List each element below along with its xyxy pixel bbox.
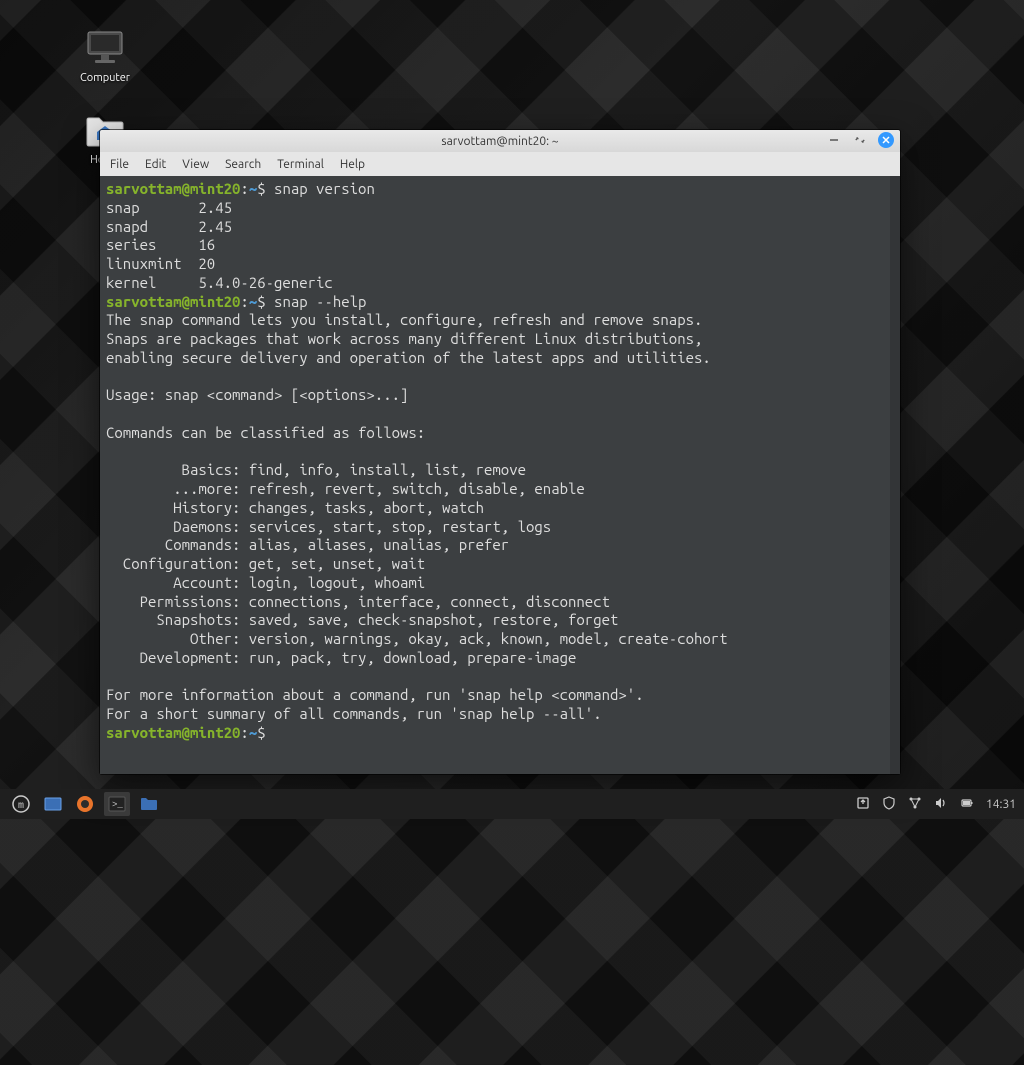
terminal-command: snap --help — [274, 293, 366, 310]
tray-power-icon[interactable] — [960, 796, 974, 813]
maximize-button[interactable] — [852, 132, 868, 148]
terminal-output: Snaps are packages that work across many… — [106, 330, 702, 347]
desktop-icon-label: Computer — [80, 72, 130, 84]
menu-search[interactable]: Search — [225, 158, 261, 171]
computer-icon — [83, 30, 127, 68]
tray-network-icon[interactable] — [908, 796, 922, 813]
menu-file[interactable]: File — [110, 158, 129, 171]
terminal-command: snap version — [274, 180, 375, 197]
prompt-user: sarvottam — [106, 180, 182, 197]
terminal-output: Commands can be classified as follows: — [106, 424, 425, 441]
desktop-icon-computer[interactable]: Computer — [70, 30, 140, 84]
window-menubar: File Edit View Search Terminal Help — [100, 152, 900, 176]
taskbar-item-firefox[interactable] — [72, 792, 98, 816]
tray-clock[interactable]: 14:31 — [986, 798, 1016, 811]
start-menu-button[interactable]: m — [8, 792, 34, 816]
prompt-host: mint20 — [190, 180, 240, 197]
prompt-dollar: $ — [257, 180, 274, 197]
prompt-at: @ — [182, 180, 190, 197]
prompt-host: mint20 — [190, 293, 240, 310]
svg-text:>_: >_ — [112, 800, 123, 810]
window-controls — [826, 132, 894, 148]
prompt-dollar: $ — [257, 293, 274, 310]
minimize-button[interactable] — [826, 132, 842, 148]
prompt-colon: : — [240, 293, 248, 310]
terminal-window: sarvottam@mint20: ~ File Edit View Searc… — [100, 130, 900, 774]
tray-shield-icon[interactable] — [882, 796, 896, 813]
prompt-colon: : — [240, 724, 248, 741]
taskbar-item-terminal[interactable]: >_ — [104, 792, 130, 816]
terminal-scrollbar[interactable] — [890, 176, 900, 774]
prompt-host: mint20 — [190, 724, 240, 741]
terminal-output: Configuration: get, set, unset, wait — [106, 555, 425, 572]
terminal-output: series 16 — [106, 236, 215, 253]
terminal-output: Snapshots: saved, save, check-snapshot, … — [106, 611, 618, 628]
menu-edit[interactable]: Edit — [145, 158, 166, 171]
taskbar: m >_ 14:31 — [0, 789, 1024, 819]
terminal-output: Permissions: connections, interface, con… — [106, 593, 610, 610]
terminal-output: Basics: find, info, install, list, remov… — [106, 461, 526, 478]
window-title: sarvottam@mint20: ~ — [441, 135, 558, 148]
prompt-at: @ — [182, 293, 190, 310]
prompt-user: sarvottam — [106, 293, 182, 310]
svg-text:m: m — [18, 801, 24, 812]
prompt-dollar: $ — [257, 724, 274, 741]
tray-volume-icon[interactable] — [934, 796, 948, 813]
terminal-output: Commands: alias, aliases, unalias, prefe… — [106, 536, 509, 553]
terminal-output: Other: version, warnings, okay, ack, kno… — [106, 630, 728, 647]
terminal-body[interactable]: sarvottam@mint20:~$ snap version snap 2.… — [100, 176, 900, 774]
prompt-colon: : — [240, 180, 248, 197]
terminal-output: ...more: refresh, revert, switch, disabl… — [106, 480, 585, 497]
terminal-output: snap 2.45 — [106, 199, 232, 216]
prompt-user: sarvottam — [106, 724, 182, 741]
terminal-output: snapd 2.45 — [106, 218, 232, 235]
close-button[interactable] — [878, 132, 894, 148]
prompt-path: ~ — [249, 180, 257, 197]
terminal-output: enabling secure delivery and operation o… — [106, 349, 711, 366]
menu-help[interactable]: Help — [340, 158, 365, 171]
terminal-output: kernel 5.4.0-26-generic — [106, 274, 333, 291]
prompt-at: @ — [182, 724, 190, 741]
menu-terminal[interactable]: Terminal — [277, 158, 324, 171]
menu-view[interactable]: View — [182, 158, 209, 171]
terminal-output: Development: run, pack, try, download, p… — [106, 649, 576, 666]
window-titlebar[interactable]: sarvottam@mint20: ~ — [100, 130, 900, 152]
terminal-output: Usage: snap <command> [<options>...] — [106, 386, 408, 403]
tray-updates-icon[interactable] — [856, 796, 870, 813]
terminal-output: History: changes, tasks, abort, watch — [106, 499, 484, 516]
prompt-path: ~ — [249, 724, 257, 741]
terminal-output: linuxmint 20 — [106, 255, 215, 272]
terminal-output: Account: login, logout, whoami — [106, 574, 425, 591]
show-desktop-button[interactable] — [40, 792, 66, 816]
prompt-path: ~ — [249, 293, 257, 310]
terminal-output: For more information about a command, ru… — [106, 686, 644, 703]
terminal-output: For a short summary of all commands, run… — [106, 705, 602, 722]
system-tray: 14:31 — [856, 796, 1016, 813]
terminal-output: The snap command lets you install, confi… — [106, 311, 702, 328]
taskbar-item-files[interactable] — [136, 792, 162, 816]
terminal-output: Daemons: services, start, stop, restart,… — [106, 518, 551, 535]
